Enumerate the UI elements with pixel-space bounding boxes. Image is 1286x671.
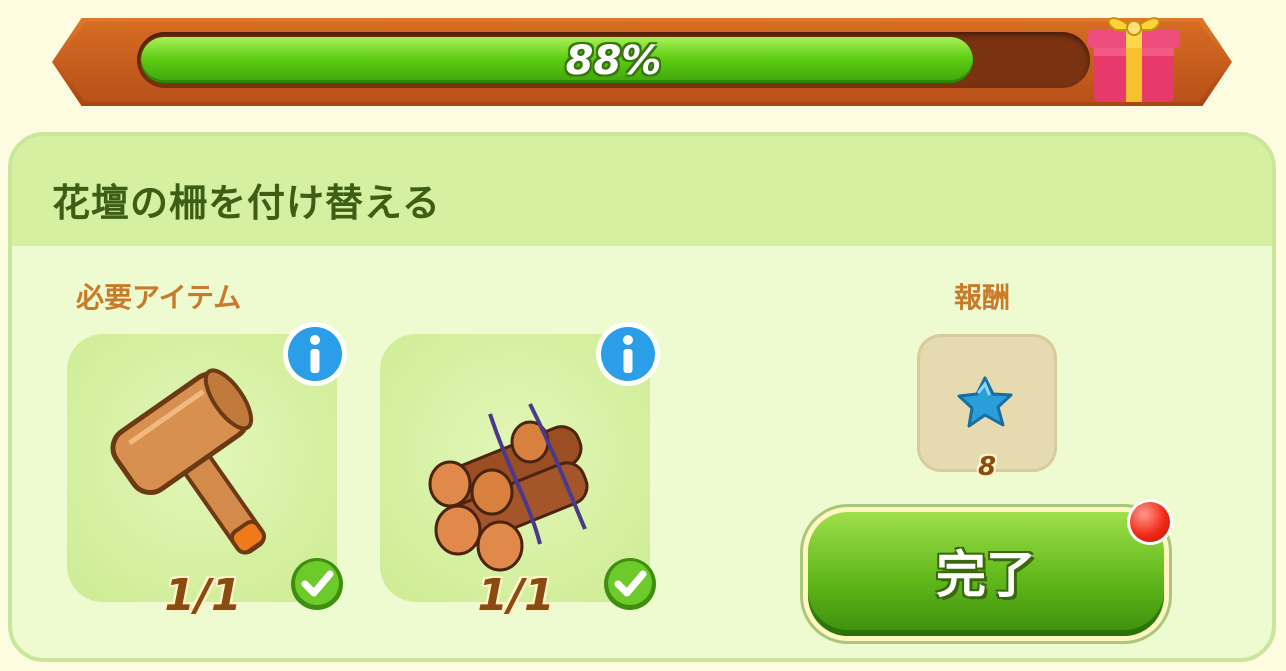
reward-count: 8 — [977, 452, 997, 482]
info-icon[interactable] — [281, 320, 349, 388]
item-count: 1/1 — [477, 570, 555, 621]
checkmark-icon — [604, 558, 656, 610]
info-icon[interactable] — [594, 320, 662, 388]
item-count: 1/1 — [164, 570, 242, 621]
complete-button[interactable]: 完了 — [808, 512, 1164, 636]
quest-title: 花壇の柵を付け替える — [52, 181, 441, 225]
notification-dot — [1130, 502, 1170, 542]
gift-box-icon[interactable] — [1082, 0, 1186, 108]
required-items-label: 必要アイテム — [76, 281, 242, 314]
quest-header: 花壇の柵を付け替える — [12, 136, 1272, 246]
checkmark-icon — [291, 558, 343, 610]
reward-label: 報酬 — [954, 281, 1011, 314]
complete-button-label: 完了 — [936, 546, 1036, 604]
progress-label: 88% — [565, 38, 662, 84]
